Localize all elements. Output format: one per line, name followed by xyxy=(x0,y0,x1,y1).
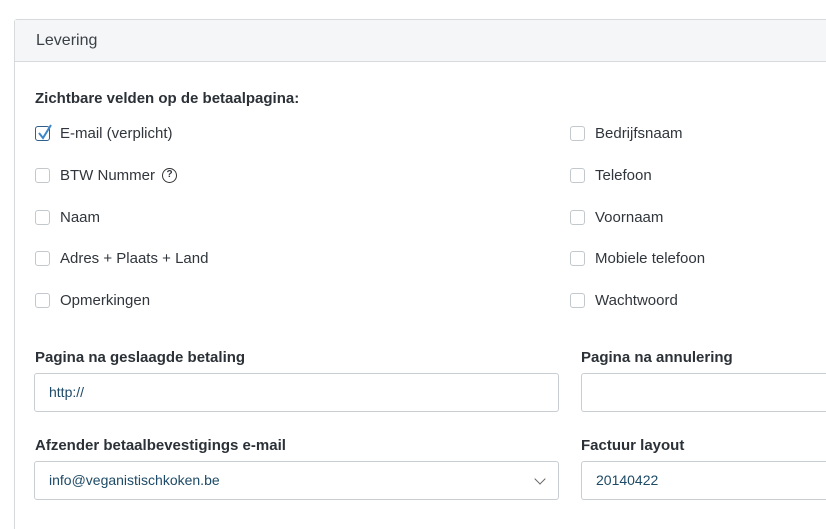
checkbox-left-3[interactable]: Adres + Plaats + Land xyxy=(35,250,208,267)
cancel-page-label: Pagina na annulering xyxy=(581,349,733,366)
help-icon[interactable]: ? xyxy=(162,168,177,183)
checkbox-right-1[interactable]: Telefoon xyxy=(570,167,652,184)
checkbox-label: Bedrijfsnaam xyxy=(595,125,683,142)
sender-label: Afzender betaalbevestigings e-mail xyxy=(35,437,286,454)
checkbox-unchecked[interactable] xyxy=(570,293,585,308)
checkbox-unchecked[interactable] xyxy=(35,251,50,266)
checkbox-unchecked[interactable] xyxy=(35,293,50,308)
checkbox-unchecked[interactable] xyxy=(570,251,585,266)
checkbox-label: Wachtwoord xyxy=(595,292,678,309)
checkbox-right-4[interactable]: Wachtwoord xyxy=(570,292,678,309)
success-page-label: Pagina na geslaagde betaling xyxy=(35,349,246,366)
panel-header: Levering xyxy=(15,20,826,62)
checkbox-unchecked[interactable] xyxy=(570,168,585,183)
checkbox-label: Voornaam xyxy=(595,209,664,226)
checkbox-unchecked[interactable] xyxy=(570,210,585,225)
sender-value: info@veganistischkoken.be xyxy=(49,472,220,488)
checkbox-left-0[interactable]: E-mail (verplicht) xyxy=(35,124,173,142)
checkbox-label: Telefoon xyxy=(595,167,652,184)
checkmark-icon xyxy=(38,124,52,140)
chevron-down-icon xyxy=(534,473,546,485)
visible-fields-title: Zichtbare velden op de betaalpagina: xyxy=(35,90,300,107)
checkbox-left-4[interactable]: Opmerkingen xyxy=(35,292,150,309)
checkbox-label: BTW Nummer xyxy=(60,167,155,184)
checkbox-label: Adres + Plaats + Land xyxy=(60,250,209,267)
checkbox-unchecked[interactable] xyxy=(35,168,50,183)
checkbox-checked[interactable] xyxy=(35,124,52,141)
checkbox-label: Naam xyxy=(60,209,101,226)
checkbox-left-1[interactable]: BTW Nummer? xyxy=(35,167,177,184)
checkbox-label: E-mail (verplicht) xyxy=(60,125,173,142)
checkbox-left-2[interactable]: Naam xyxy=(35,209,100,226)
invoice-layout-input[interactable]: 20140422 xyxy=(581,461,826,500)
checkbox-right-3[interactable]: Mobiele telefoon xyxy=(570,250,705,267)
checkbox-unchecked[interactable] xyxy=(570,126,585,141)
checkbox-right-2[interactable]: Voornaam xyxy=(570,209,663,226)
cancel-page-input[interactable] xyxy=(581,373,826,412)
checkbox-unchecked[interactable] xyxy=(35,210,50,225)
success-page-input[interactable]: http:// xyxy=(34,373,559,412)
checkbox-label: Mobiele telefoon xyxy=(595,250,706,267)
checkbox-label: Opmerkingen xyxy=(60,292,151,309)
checkbox-right-0[interactable]: Bedrijfsnaam xyxy=(570,125,683,142)
sender-select[interactable]: info@veganistischkoken.be xyxy=(34,461,559,500)
invoice-layout-label: Factuur layout xyxy=(581,437,685,454)
